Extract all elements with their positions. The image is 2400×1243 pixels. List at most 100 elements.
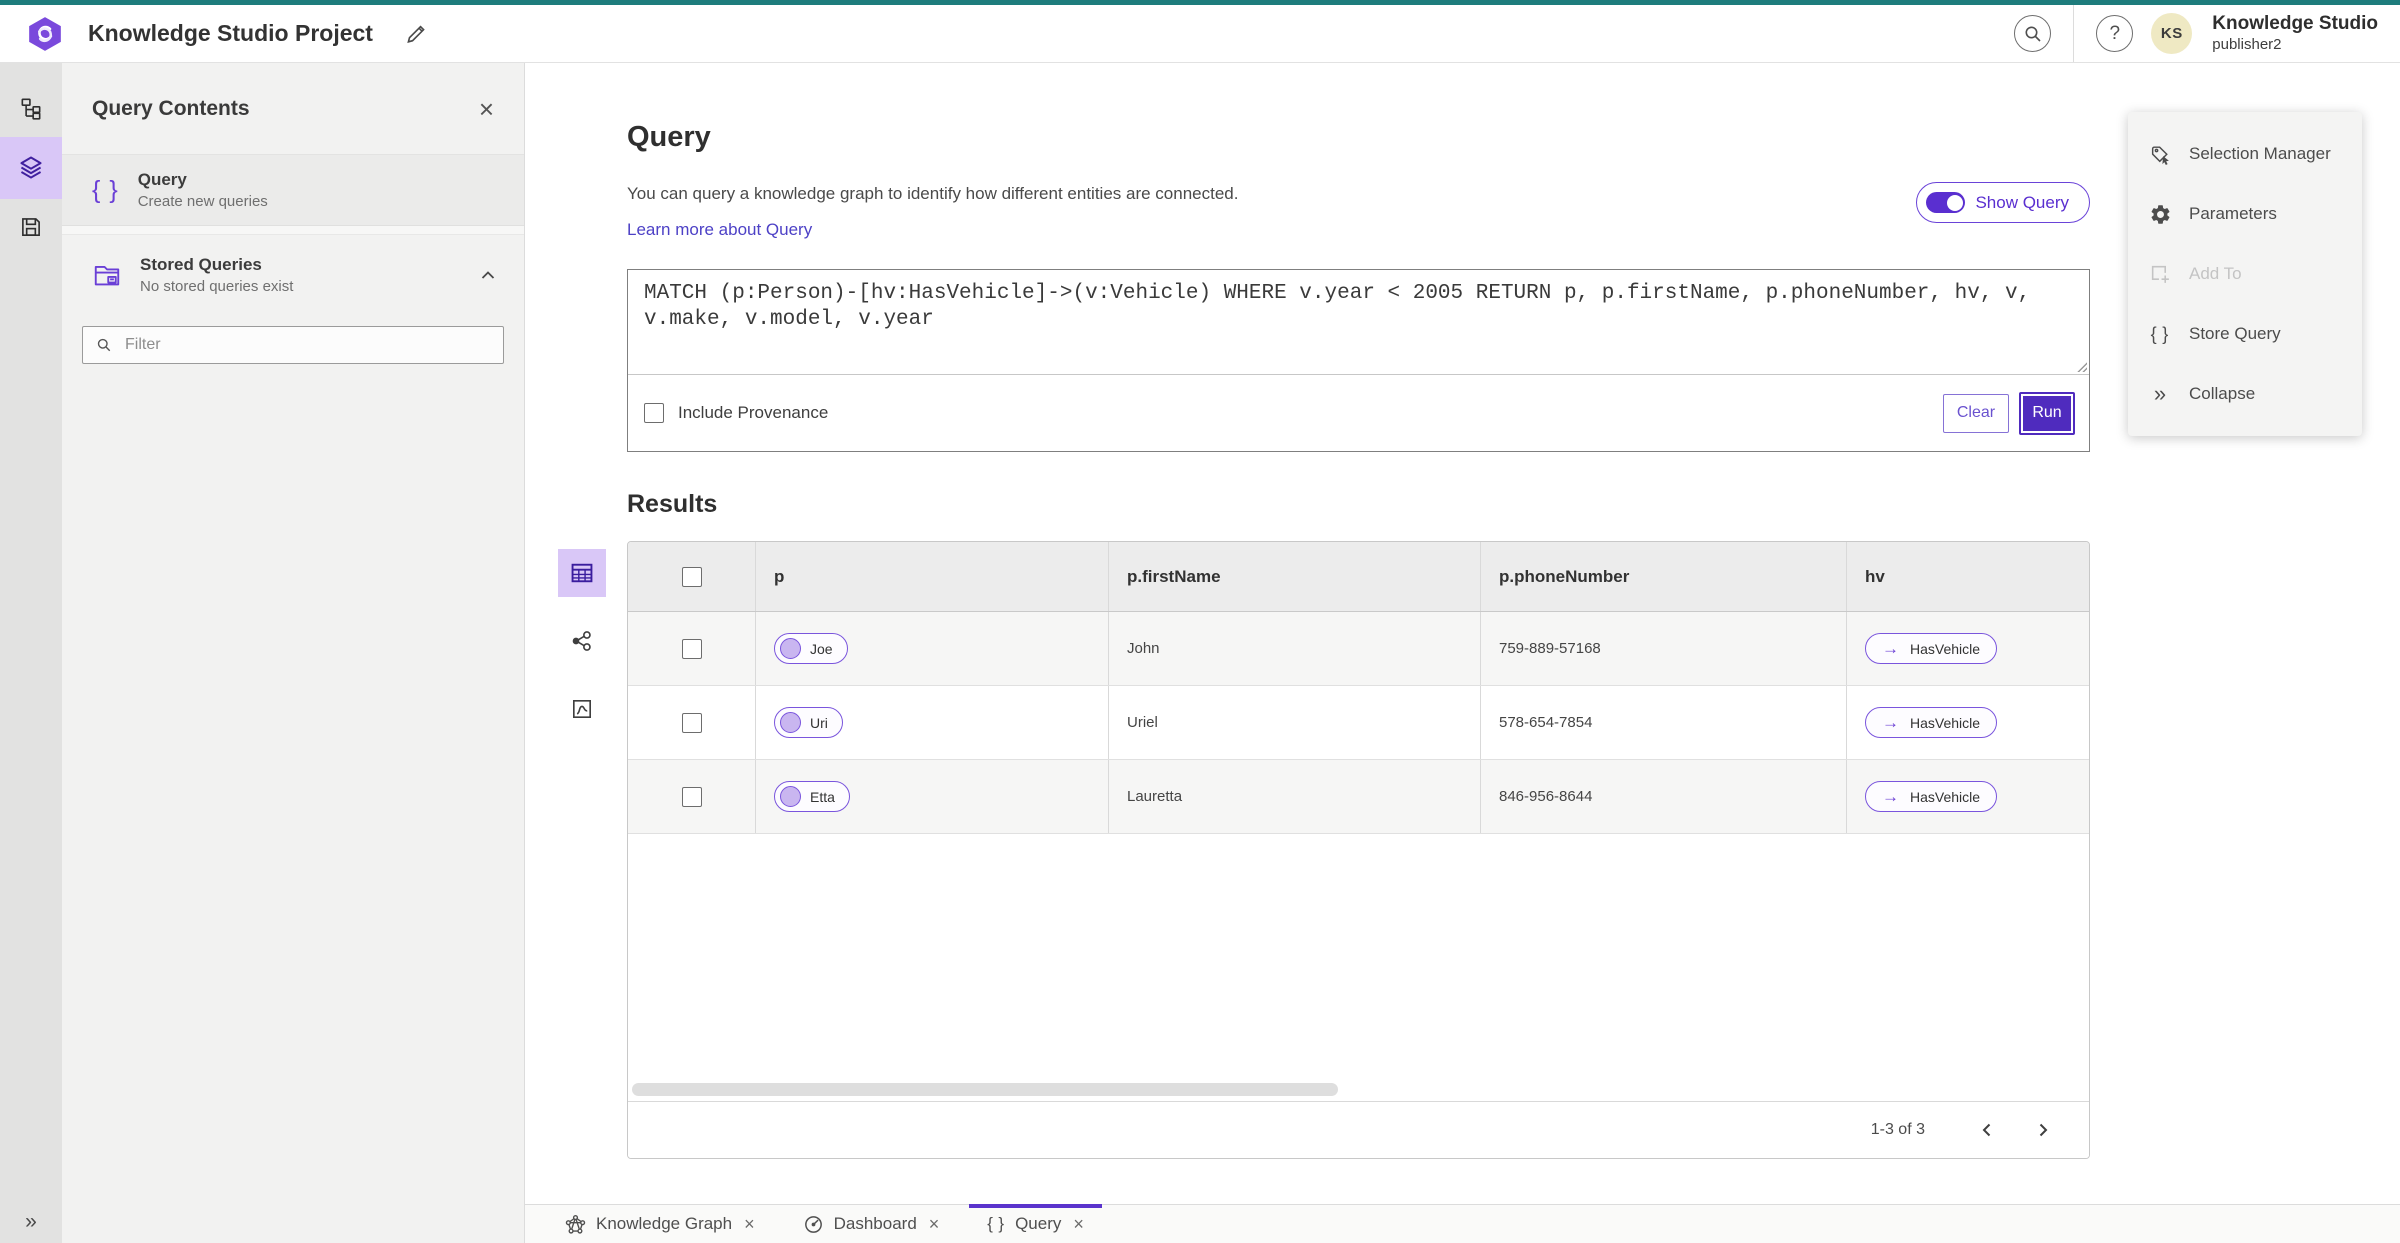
panel-item-query[interactable]: { } Query Create new queries: [62, 155, 524, 226]
account-username: publisher2: [2212, 35, 2282, 53]
search-button[interactable]: [2014, 15, 2052, 52]
chart-view-icon: [570, 697, 594, 721]
query-editor-footer: Include Provenance Clear Run: [628, 375, 2089, 451]
gear-icon: [2148, 203, 2172, 226]
column-header-phonenumber[interactable]: p.phoneNumber: [1481, 542, 1847, 611]
topbar-divider: [2073, 5, 2075, 62]
network-graph-icon: [565, 1214, 586, 1235]
rail-layers-button[interactable]: [0, 137, 62, 199]
filter-input[interactable]: [82, 326, 504, 364]
panel-close-button[interactable]: ×: [473, 94, 500, 124]
chevron-up-icon: [480, 269, 496, 281]
learn-more-link[interactable]: Learn more about Query: [627, 220, 812, 240]
selection-manager-icon: [2148, 143, 2172, 166]
rail-saved-button[interactable]: [0, 199, 62, 255]
tab-dashboard[interactable]: Dashboard ×: [779, 1205, 964, 1243]
query-item-label: Query: [137, 170, 187, 189]
app-root: Knowledge Studio Project ? KS Knowledge …: [0, 0, 2400, 1243]
pencil-icon: [403, 21, 429, 47]
show-query-toggle[interactable]: Show Query: [1916, 182, 2090, 223]
table-row: Uri Uriel 578-654-7854 → HasVehicle: [628, 686, 2089, 760]
column-header-hv[interactable]: hv: [1847, 542, 2089, 611]
double-chevron-right-icon: »: [2153, 381, 2167, 406]
parameters-button[interactable]: Parameters: [2128, 184, 2362, 244]
previous-page-button[interactable]: [1967, 1121, 2007, 1139]
selection-manager-label: Selection Manager: [2189, 144, 2331, 163]
add-to-icon: [2148, 263, 2172, 286]
app-logo-icon: [26, 15, 64, 53]
stored-queries-subtitle: No stored queries exist: [140, 278, 294, 295]
avatar[interactable]: KS: [2151, 13, 2193, 54]
relationship-pill[interactable]: → HasVehicle: [1865, 633, 1998, 664]
query-heading: Query: [627, 121, 711, 153]
entity-pill[interactable]: Etta: [774, 781, 850, 812]
curly-braces-icon: { }: [987, 1214, 1006, 1233]
run-button[interactable]: Run: [2019, 391, 2075, 435]
tab-label: Dashboard: [833, 1214, 917, 1233]
row-checkbox[interactable]: [681, 638, 702, 659]
add-to-button: Add To: [2128, 244, 2362, 304]
query-item-subtitle: Create new queries: [137, 193, 268, 210]
left-icon-rail: »: [0, 63, 62, 1243]
chart-view-button[interactable]: [558, 685, 606, 733]
clear-button[interactable]: Clear: [1943, 393, 2009, 433]
account-name: Knowledge Studio: [2212, 13, 2378, 35]
cell-phonenumber: 759-889-57168: [1481, 612, 1847, 685]
close-tab-icon[interactable]: ×: [929, 1215, 940, 1233]
node-circle-icon: [780, 638, 801, 659]
column-header-firstname[interactable]: p.firstName: [1109, 542, 1481, 611]
add-to-label: Add To: [2189, 264, 2242, 283]
horizontal-scrollbar[interactable]: [632, 1083, 1338, 1096]
rail-scheme-button[interactable]: [0, 81, 62, 137]
relationship-pill[interactable]: → HasVehicle: [1865, 707, 1998, 738]
pagination-label: 1-3 of 3: [1870, 1121, 1925, 1138]
relationship-pill[interactable]: → HasVehicle: [1865, 781, 1998, 812]
graph-view-button[interactable]: [558, 617, 606, 665]
panel-item-stored-queries[interactable]: Stored Queries No stored queries exist: [62, 235, 524, 310]
relationship-label: HasVehicle: [1910, 714, 1981, 731]
graph-view-icon: [570, 629, 594, 653]
node-circle-icon: [780, 786, 801, 807]
parameters-label: Parameters: [2189, 204, 2277, 223]
table-header-row: p p.firstName p.phoneNumber hv: [628, 542, 2089, 612]
next-page-button[interactable]: [2023, 1121, 2063, 1139]
tab-knowledge-graph[interactable]: Knowledge Graph ×: [541, 1205, 779, 1243]
entity-pill[interactable]: Joe: [774, 633, 848, 664]
cell-firstname: Uriel: [1109, 686, 1481, 759]
table-view-button[interactable]: [558, 549, 606, 597]
close-tab-icon[interactable]: ×: [1073, 1215, 1084, 1233]
edit-title-button[interactable]: [399, 17, 433, 51]
collapse-section-button[interactable]: [476, 265, 500, 285]
results-table: p p.firstName p.phoneNumber hv Joe John …: [627, 541, 2090, 1159]
column-header-p[interactable]: p: [756, 542, 1109, 611]
filter-search-icon: [95, 336, 113, 354]
collapse-panel-button[interactable]: » Collapse: [2128, 364, 2362, 424]
question-icon: ?: [2109, 23, 2121, 44]
store-query-button[interactable]: { } Store Query: [2128, 304, 2362, 364]
double-chevron-right-icon: »: [25, 1210, 37, 1233]
cell-firstname: Lauretta: [1109, 760, 1481, 833]
store-query-label: Store Query: [2189, 324, 2281, 343]
close-tab-icon[interactable]: ×: [744, 1215, 755, 1233]
row-checkbox[interactable]: [681, 786, 702, 807]
panel-gap: [62, 226, 524, 235]
entity-pill[interactable]: Uri: [774, 707, 843, 738]
row-checkbox[interactable]: [681, 712, 702, 733]
query-textarea[interactable]: MATCH (p:Person)-[hv:HasVehicle]->(v:Veh…: [628, 270, 2089, 375]
expand-rail-button[interactable]: »: [0, 1209, 62, 1235]
curly-braces-icon: { }: [92, 175, 120, 204]
tab-query[interactable]: { } Query ×: [963, 1204, 1108, 1243]
query-editor-box: MATCH (p:Person)-[hv:HasVehicle]->(v:Veh…: [627, 269, 2090, 452]
select-all-checkbox[interactable]: [681, 566, 702, 587]
table-view-icon: [569, 560, 595, 586]
show-query-label: Show Query: [1975, 192, 2069, 212]
relationship-label: HasVehicle: [1910, 640, 1981, 657]
help-button[interactable]: ?: [2096, 15, 2134, 52]
hierarchy-icon: [18, 96, 44, 122]
gauge-icon: [803, 1214, 824, 1235]
toggle-switch-icon: [1926, 192, 1966, 213]
query-contents-panel: Query Contents × { } Query Create new qu…: [62, 63, 525, 1243]
include-provenance-checkbox[interactable]: [644, 403, 664, 423]
selection-manager-button[interactable]: Selection Manager: [2128, 124, 2362, 184]
entity-label: Joe: [810, 640, 833, 657]
